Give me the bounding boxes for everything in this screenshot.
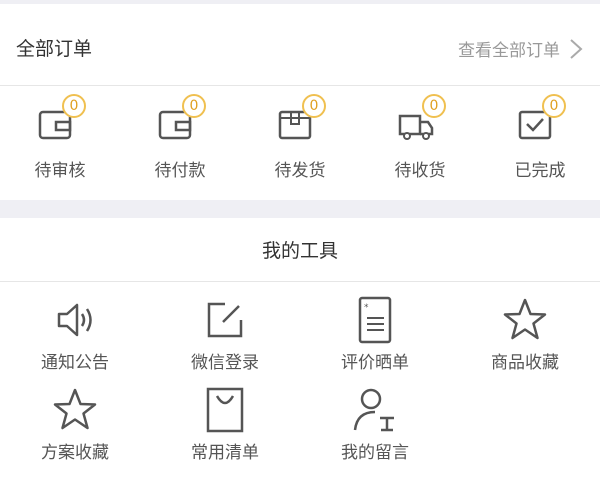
svg-text:*: * xyxy=(364,303,369,313)
tool-label: 微信登录 xyxy=(191,353,259,373)
shopping-bag-icon xyxy=(206,387,244,433)
tool-label: 评价晒单 xyxy=(341,353,409,373)
order-status-label: 待审核 xyxy=(34,161,86,181)
order-status-pending-shipment[interactable]: 0 待发货 xyxy=(240,86,360,200)
order-status-pending-receipt[interactable]: 0 待收货 xyxy=(360,86,480,200)
tool-notice[interactable]: 通知公告 xyxy=(0,296,150,386)
tool-label: 常用清单 xyxy=(191,443,259,463)
order-status-pending-payment[interactable]: 0 待付款 xyxy=(120,86,240,200)
order-status-label: 待付款 xyxy=(154,161,206,181)
user-message-icon xyxy=(353,388,394,432)
order-status-label: 已完成 xyxy=(514,161,566,181)
tool-my-messages[interactable]: 我的留言 xyxy=(300,386,450,476)
tool-product-favorites[interactable]: 商品收藏 xyxy=(450,296,600,386)
count-badge: 0 xyxy=(542,94,566,118)
tools-title: 我的工具 xyxy=(261,240,338,262)
speaker-icon xyxy=(57,303,92,337)
count-badge: 0 xyxy=(182,94,206,118)
tool-common-list[interactable]: 常用清单 xyxy=(150,386,300,476)
order-status-label: 待收货 xyxy=(394,161,446,181)
count-badge: 0 xyxy=(422,94,446,118)
tool-label: 方案收藏 xyxy=(41,443,109,463)
order-status-row: 0 待审核 0 待付款 0 待发货 0 待收货 0 已完成 xyxy=(0,86,600,200)
star-icon xyxy=(503,298,547,340)
order-status-pending-review[interactable]: 0 待审核 xyxy=(0,86,120,200)
tool-label: 商品收藏 xyxy=(491,353,559,373)
chevron-right-icon xyxy=(570,38,583,59)
tool-plan-favorites[interactable]: 方案收藏 xyxy=(0,386,150,476)
tool-reviews[interactable]: * 评价晒单 xyxy=(300,296,450,386)
tool-label: 通知公告 xyxy=(41,353,109,373)
edit-icon xyxy=(207,302,243,338)
view-all-orders-link[interactable]: 查看全部订单 xyxy=(458,36,584,61)
divider xyxy=(0,281,600,282)
count-badge: 0 xyxy=(62,94,86,118)
order-status-label: 待发货 xyxy=(274,161,326,181)
order-status-completed[interactable]: 0 已完成 xyxy=(480,86,600,200)
tool-label: 我的留言 xyxy=(341,443,409,463)
count-badge: 0 xyxy=(302,94,326,118)
document-icon: * xyxy=(358,296,392,344)
orders-title: 全部订单 xyxy=(16,38,93,60)
orders-header: 全部订单 查看全部订单 xyxy=(0,0,600,86)
star-icon xyxy=(53,388,97,430)
my-tools-section: 我的工具 通知公告 微信登录 * 评价晒单 商品收藏 方案收藏 常用清单 我的留… xyxy=(0,218,600,484)
tool-wechat-login[interactable]: 微信登录 xyxy=(150,296,300,386)
view-all-label: 查看全部订单 xyxy=(458,41,560,61)
